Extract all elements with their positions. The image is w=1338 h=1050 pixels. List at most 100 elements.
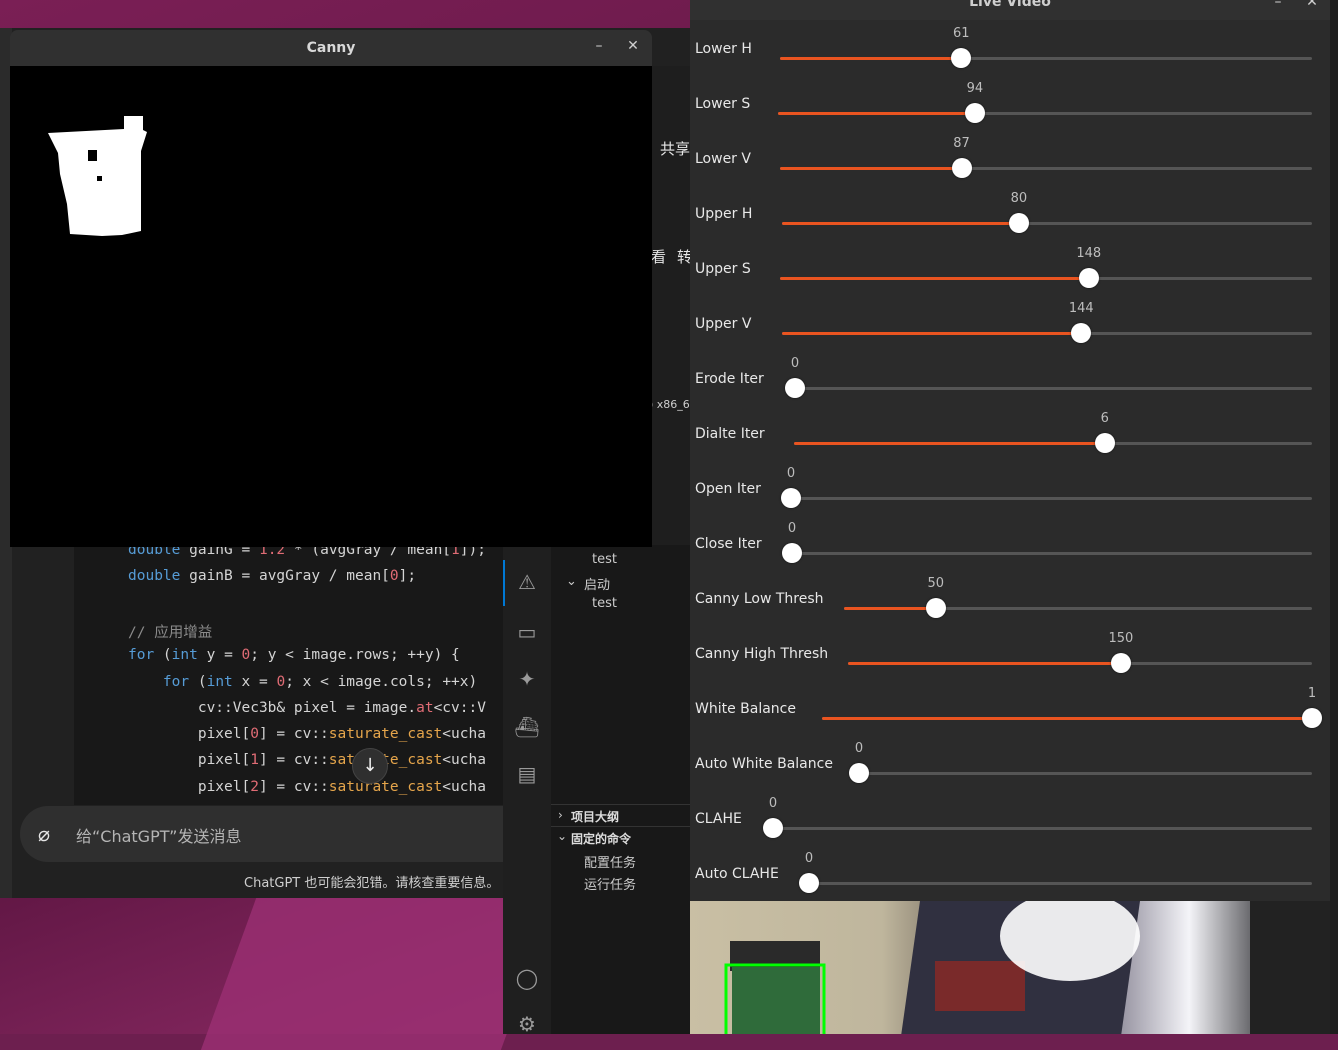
slider-label-auto-white-balance: Auto White Balance [695, 756, 833, 772]
slider-fill [782, 332, 1082, 335]
settings-gear-icon[interactable]: ⚙ [514, 1012, 540, 1038]
live-video-window [690, 0, 1330, 1034]
slider-value: 50 [927, 576, 945, 591]
code-line: for (int y = 0; y < image.rows; ++y) { [128, 647, 460, 664]
slider-label-dialte-iter: Dialte Iter [695, 426, 765, 442]
task-run[interactable]: 运行任务 [584, 874, 636, 893]
slider-label-lower-s: Lower S [695, 96, 751, 112]
slider-track[interactable]: 1 [822, 686, 1322, 728]
code-line: cv::Vec3b& pixel = image.at<cv::V [128, 699, 486, 716]
canny-title: Canny [306, 40, 356, 56]
slider-handle[interactable] [964, 103, 985, 123]
slider-handle[interactable] [951, 158, 972, 178]
slider-value: 61 [953, 26, 970, 41]
chevron-right-icon[interactable]: › [558, 808, 563, 822]
code-block: double gainG = 1.2 * (avgGray / mean[1])… [74, 540, 504, 805]
share-label[interactable]: 共享 [660, 138, 690, 159]
cmake-icon[interactable]: ⚠ [514, 570, 540, 596]
slider-handle[interactable] [849, 763, 869, 783]
code-line: pixel[1] = cv::saturate_cast<ucha [128, 752, 486, 769]
slider-handle[interactable] [1302, 708, 1322, 728]
chevron-down-icon[interactable]: ⌄ [566, 574, 577, 589]
slider-fill [782, 222, 1019, 225]
slider-value: 87 [953, 136, 970, 151]
slider-value: 0 [787, 521, 797, 536]
slider-handle[interactable] [781, 488, 801, 508]
code-line: pixel[2] = cv::saturate_cast<ucha [128, 778, 486, 795]
right-edge-window [1330, 0, 1338, 1034]
slider-handle[interactable] [1078, 268, 1099, 288]
chevron-down-icon[interactable]: ⌄ [557, 829, 567, 843]
slider-label-clahe: CLAHE [695, 811, 742, 827]
slider-label-canny-low-thresh: Canny Low Thresh [695, 591, 824, 607]
python-icon[interactable]: ✦ [514, 667, 540, 693]
slider-handle[interactable] [799, 873, 819, 893]
slider-track[interactable]: 0 [781, 466, 1312, 508]
slider-track[interactable]: 148 [780, 246, 1312, 288]
view-label[interactable]: 看 [651, 246, 666, 267]
minimize-icon[interactable]: – [1270, 0, 1286, 10]
tree-item-test[interactable]: test [592, 552, 617, 567]
slider-track[interactable]: 0 [799, 851, 1312, 893]
tree-item-test-2[interactable]: test [592, 596, 617, 611]
vscode-activity-bar [503, 545, 551, 1034]
slider-track[interactable]: 144 [782, 301, 1312, 343]
vscode-sidebar [551, 545, 690, 1034]
outline-section[interactable]: 项目大纲 [571, 808, 619, 825]
slider-track[interactable]: 0 [763, 796, 1312, 838]
slider-label-upper-h: Upper H [695, 206, 753, 222]
extensions-icon[interactable]: ▤ [514, 762, 540, 788]
slider-value: 0 [790, 356, 800, 371]
pinned-commands-section[interactable]: 固定的命令 [571, 830, 631, 847]
slider-track[interactable]: 61 [780, 26, 1312, 68]
slider-track[interactable]: 6 [794, 411, 1312, 453]
scroll-down-button[interactable]: ↓ [352, 748, 388, 784]
slider-label-lower-h: Lower H [695, 41, 752, 57]
slider-track[interactable]: 80 [782, 191, 1312, 233]
slider-label-close-iter: Close Iter [695, 536, 762, 552]
slider-track[interactable]: 150 [848, 631, 1312, 673]
slider-value: 0 [768, 796, 778, 811]
slider-handle[interactable] [1008, 213, 1029, 233]
arch-label: ) x86_6 [649, 398, 690, 411]
code-line: double gainB = avgGray / mean[0]; [128, 568, 417, 585]
slider-track[interactable]: 0 [782, 521, 1312, 563]
docker-icon[interactable]: ⛴ [514, 715, 540, 741]
slider-track[interactable]: 50 [844, 576, 1312, 618]
slider-track[interactable]: 94 [778, 81, 1312, 123]
tree-item-launch[interactable]: 启动 [584, 574, 610, 593]
slider-fill [778, 112, 975, 115]
slider-value: 94 [966, 81, 984, 96]
account-icon[interactable]: ◯ [514, 966, 540, 992]
slider-value: 148 [1076, 246, 1102, 261]
attach-icon[interactable]: ⌀ [38, 822, 50, 846]
camera-object-green [732, 967, 820, 1034]
slider-handle[interactable] [782, 543, 802, 563]
slider-value: 80 [1010, 191, 1028, 206]
minimize-icon[interactable]: – [591, 38, 607, 54]
slider-value: 0 [804, 851, 814, 866]
slider-label-lower-v: Lower V [695, 151, 751, 167]
remote-explorer-icon[interactable]: ▭ [514, 620, 540, 646]
camera-right-object [1250, 901, 1330, 1034]
slider-label-white-balance: White Balance [695, 701, 796, 717]
blob-hole [97, 176, 102, 181]
slider-handle[interactable] [1110, 653, 1131, 673]
slider-fill [780, 277, 1089, 280]
slider-handle[interactable] [763, 818, 783, 838]
blob-hole [88, 150, 97, 161]
slider-track[interactable]: 87 [780, 136, 1312, 178]
close-icon[interactable]: ✕ [625, 38, 641, 54]
slider-value: 144 [1068, 301, 1094, 316]
task-configure[interactable]: 配置任务 [584, 852, 636, 871]
slider-track[interactable]: 0 [785, 356, 1312, 398]
slider-handle[interactable] [925, 598, 946, 618]
slider-handle[interactable] [785, 378, 805, 398]
slider-label-open-iter: Open Iter [695, 481, 761, 497]
slider-label-upper-v: Upper V [695, 316, 752, 332]
code-line: for (int x = 0; x < image.cols; ++x) [162, 673, 478, 690]
slider-track[interactable]: 0 [849, 741, 1312, 783]
close-icon[interactable]: ✕ [1304, 0, 1320, 10]
slider-handle[interactable] [1094, 433, 1115, 453]
slider-label-erode-iter: Erode Iter [695, 371, 764, 387]
